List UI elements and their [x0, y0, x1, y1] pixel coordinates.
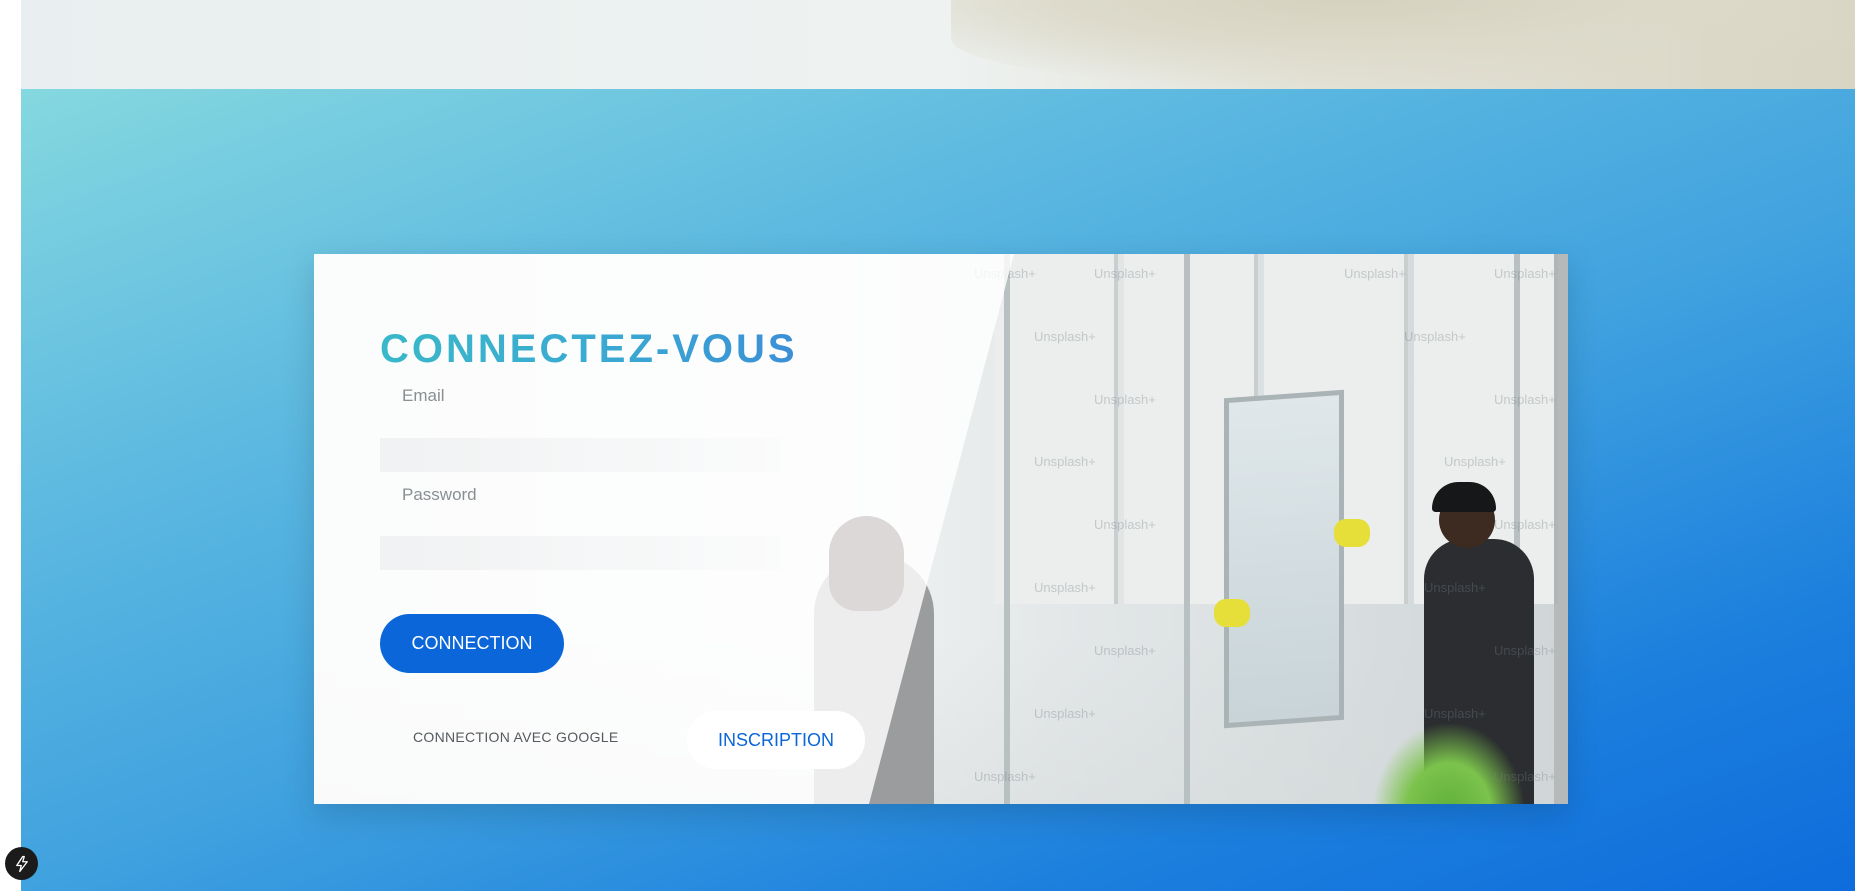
bolt-icon-glyph: [15, 855, 28, 872]
watermark: Unsplash+: [1494, 769, 1556, 784]
watermark: Unsplash+: [1424, 580, 1486, 595]
window-frame: [1004, 254, 1010, 804]
watermark: Unsplash+: [1034, 580, 1096, 595]
open-window: [1224, 389, 1344, 729]
password-field-underline: [380, 536, 780, 570]
window-frame: [1184, 254, 1190, 804]
connection-button[interactable]: CONNECTION: [380, 614, 564, 673]
card-edge-shade: [1554, 254, 1568, 804]
watermark: Unsplash+: [1034, 329, 1096, 344]
bolt-icon[interactable]: [5, 847, 38, 880]
watermark: Unsplash+: [1034, 454, 1096, 469]
watermark: Unsplash+: [1494, 392, 1556, 407]
email-field[interactable]: [380, 366, 780, 426]
login-card: Unsplash+ Unsplash+ Unsplash+ Unsplash+ …: [314, 254, 1568, 804]
watermark: Unsplash+: [1494, 266, 1556, 281]
watermark: Unsplash+: [974, 769, 1036, 784]
plant: [1374, 724, 1524, 804]
yellow-glove: [1334, 519, 1370, 547]
watermark: Unsplash+: [1404, 329, 1466, 344]
login-section: Unsplash+ Unsplash+ Unsplash+ Unsplash+ …: [21, 89, 1855, 891]
watermark: Unsplash+: [1034, 706, 1096, 721]
google-login-link[interactable]: CONNECTION AVEC GOOGLE: [413, 729, 619, 745]
watermark: Unsplash+: [1494, 517, 1556, 532]
watermark: Unsplash+: [1344, 266, 1406, 281]
window-blind: [994, 254, 1118, 604]
yellow-glove: [1214, 599, 1250, 627]
watermark: Unsplash+: [1444, 454, 1506, 469]
watermark: Unsplash+: [1094, 517, 1156, 532]
watermark: Unsplash+: [1094, 266, 1156, 281]
watermark: Unsplash+: [1094, 643, 1156, 658]
top-banner-image: [21, 0, 1855, 89]
password-field[interactable]: [380, 465, 780, 525]
banner-rock: [951, 0, 1855, 89]
signup-button[interactable]: INSCRIPTION: [687, 711, 865, 769]
watermark: Unsplash+: [1424, 706, 1486, 721]
watermark: Unsplash+: [1494, 643, 1556, 658]
watermark: Unsplash+: [1094, 392, 1156, 407]
page: Unsplash+ Unsplash+ Unsplash+ Unsplash+ …: [21, 0, 1855, 891]
